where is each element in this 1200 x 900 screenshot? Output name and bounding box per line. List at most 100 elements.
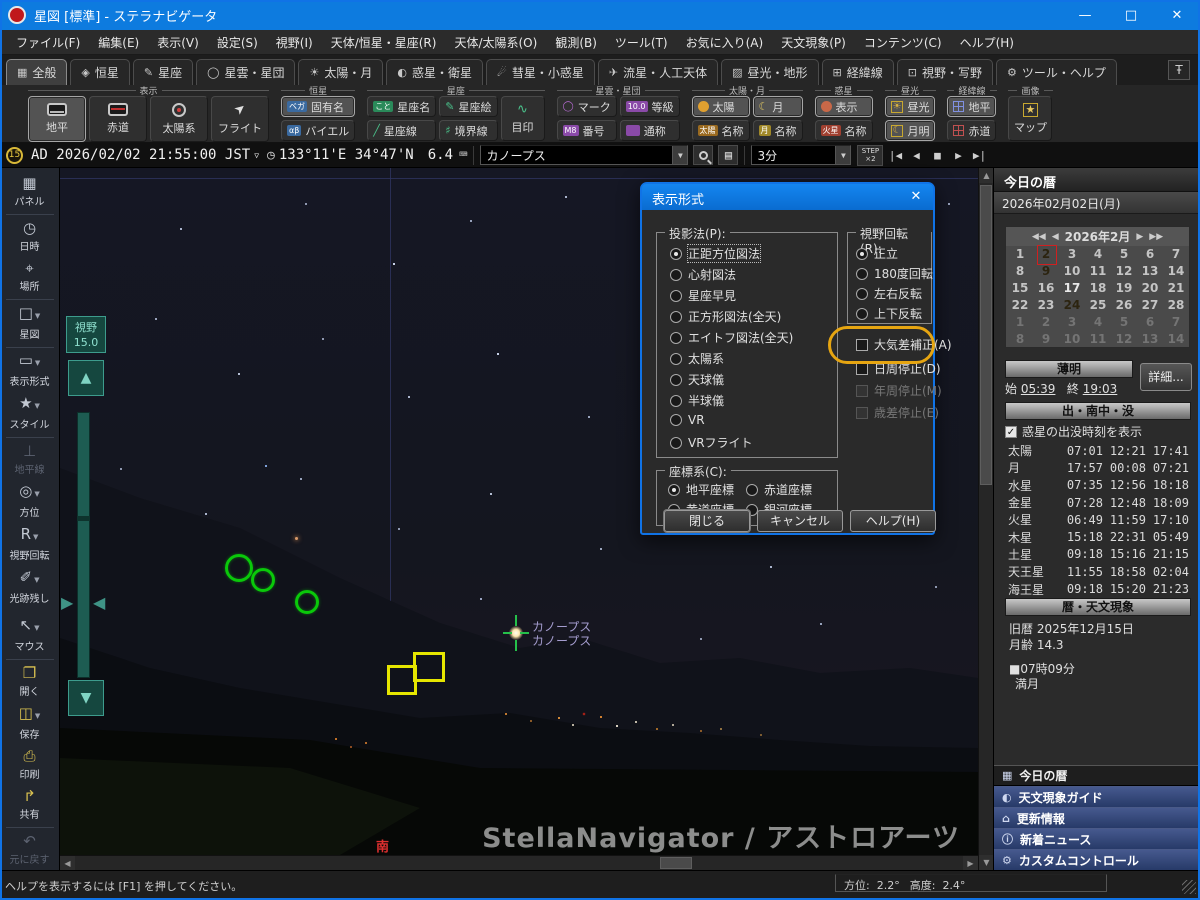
sidebar-item-mouse[interactable]: ↖▼マウス	[2, 614, 58, 657]
menu-tools[interactable]: ツール(T)	[607, 31, 676, 54]
checkbox-diurnal-stop[interactable]: 日周停止(D)	[856, 360, 941, 377]
pin-icon[interactable]: Ŧ	[1168, 60, 1190, 80]
time-step-combo[interactable]: 3分 ▼	[751, 145, 851, 165]
play-forward-button[interactable]: ▶	[949, 146, 967, 164]
tab-tools-help[interactable]: ⚙ツール・ヘルプ	[996, 59, 1117, 85]
radio-hemisphere[interactable]: 半球儀	[670, 392, 724, 409]
sidebar-item-location[interactable]: ⌖場所	[2, 257, 58, 297]
stop-button[interactable]: ■	[928, 146, 946, 164]
vscroll-thumb[interactable]	[980, 185, 992, 485]
skip-to-start-button[interactable]: |◀	[886, 146, 904, 164]
search-combo[interactable]: カノープス ▼	[480, 145, 688, 165]
scroll-left-icon[interactable]: ◀	[60, 856, 75, 871]
fov-slider-thumb[interactable]	[77, 516, 90, 521]
moon-button[interactable]: ☾月	[753, 96, 803, 117]
radio-vr[interactable]: VR	[670, 413, 705, 427]
moonlight-button[interactable]: ☾月明	[885, 120, 936, 141]
sidebar-item-save[interactable]: ◫▼保存	[2, 702, 58, 745]
search-input[interactable]: カノープス	[481, 147, 672, 164]
scroll-up-icon[interactable]: ▲	[979, 168, 994, 183]
time-step-value[interactable]: 3分	[752, 147, 835, 164]
menu-stars-constellations[interactable]: 天体/恒星・星座(R)	[323, 31, 445, 54]
panel-custom-control[interactable]: ⚙カスタムコントロール	[994, 849, 1200, 870]
radio-equatorial-coords[interactable]: 赤道座標	[746, 481, 812, 498]
zoom-out-button[interactable]: ▼	[68, 680, 104, 716]
radio-upright[interactable]: 正立	[856, 245, 898, 262]
sun-name-button[interactable]: 太陽名称	[692, 120, 750, 141]
equatorial-mode-button[interactable]: 赤道	[89, 96, 147, 142]
menu-edit[interactable]: 編集(E)	[90, 31, 147, 54]
radio-celestial-globe[interactable]: 天球儀	[670, 371, 724, 388]
catalog-number-button[interactable]: M8番号	[557, 120, 617, 141]
menu-contents[interactable]: コンテンツ(C)	[856, 31, 950, 54]
tab-constellations[interactable]: ✎星座	[133, 59, 193, 85]
calendar-today-full-moon[interactable]: 2	[1033, 246, 1059, 263]
panel-phenomena-guide[interactable]: ◐天文現象ガイド	[994, 786, 1200, 807]
time-step-dropdown-icon[interactable]: ▼	[835, 146, 850, 164]
checkbox-atmospheric-refraction[interactable]: 大気差補正(A)	[856, 336, 952, 353]
limit-magnitude-value[interactable]: 6.4	[428, 147, 453, 163]
tab-comets[interactable]: ☄彗星・小惑星	[486, 59, 595, 85]
radio-solar-system[interactable]: 太陽系	[670, 350, 724, 367]
tab-meteors-satellites[interactable]: ✈流星・人工天体	[598, 59, 718, 85]
magnitude-button[interactable]: 10.0等級	[620, 96, 680, 117]
tab-planets[interactable]: ◐惑星・衛星	[386, 59, 483, 85]
sidebar-item-fov-rotation[interactable]: R▼視野回転	[2, 523, 58, 566]
calendar-grid[interactable]: 1234567 891011121314 15161718192021 2223…	[1006, 246, 1189, 348]
datetime-value[interactable]: 2026/02/02 21:55:00	[56, 147, 216, 163]
sidebar-item-direction[interactable]: ◎▼方位	[2, 480, 58, 523]
sidebar-item-datetime[interactable]: ◷日時	[2, 217, 58, 257]
calendar-prev-month-icon[interactable]: ◀	[1052, 232, 1059, 242]
sidebar-item-open[interactable]: ❐開く	[2, 662, 58, 702]
close-button[interactable]: ✕	[1154, 0, 1200, 30]
latitude-value[interactable]: 34°47'N	[355, 147, 414, 163]
keyboard-icon[interactable]: ⌨	[459, 147, 467, 163]
constellation-art-button[interactable]: ✎星座絵	[439, 96, 497, 117]
menu-help[interactable]: ヘルプ(H)	[952, 31, 1022, 54]
dialog-close-icon[interactable]: ✕	[905, 187, 927, 207]
bayer-button[interactable]: αβバイエル	[281, 120, 355, 141]
radio-gnomonic[interactable]: 心射図法	[670, 266, 736, 283]
search-button[interactable]	[693, 145, 713, 165]
sidebar-item-display-format[interactable]: ▭▼表示形式	[2, 349, 58, 392]
proper-name-button[interactable]: ベガ固有名	[281, 96, 355, 117]
landmark-button[interactable]: ∿目印	[501, 96, 545, 141]
menu-phenomena[interactable]: 天文現象(P)	[773, 31, 854, 54]
radio-horizontal-coords[interactable]: 地平座標	[668, 481, 734, 498]
search-dropdown-icon[interactable]: ▼	[672, 146, 687, 164]
zoom-in-button[interactable]: ▲	[68, 360, 104, 396]
sidebar-item-panel[interactable]: ▦パネル	[2, 172, 58, 212]
panel-update-info[interactable]: ⌂更新情報	[994, 807, 1200, 828]
tab-sun-moon[interactable]: ☀太陽・月	[298, 59, 383, 85]
help-button[interactable]: ヘルプ(H)	[850, 510, 936, 532]
menu-file[interactable]: ファイル(F)	[8, 31, 88, 54]
radio-planisphere[interactable]: 星座早見	[670, 287, 736, 304]
tab-fov-frame[interactable]: ⊡視野・写野	[897, 59, 993, 85]
radio-flip-vertical[interactable]: 上下反転	[856, 305, 922, 322]
resize-grip[interactable]	[1182, 880, 1196, 894]
map-button[interactable]: ★マップ	[1008, 96, 1052, 141]
scroll-right-icon[interactable]: ▶	[963, 856, 978, 871]
sidebar-item-print[interactable]: ⎙印刷	[2, 745, 58, 785]
step-back-button[interactable]: ◀	[907, 146, 925, 164]
radio-azimuthal-equidistant[interactable]: 正距方位図法	[670, 245, 760, 262]
sidebar-item-starchart[interactable]: □▼星図	[2, 302, 58, 345]
scroll-down-icon[interactable]: ▼	[979, 855, 994, 870]
sidebar-item-style[interactable]: ★▼スタイル	[2, 392, 58, 435]
close-dialog-button[interactable]: 閉じる	[664, 510, 750, 532]
sidebar-item-share[interactable]: ↱共有	[2, 785, 58, 825]
menu-favorites[interactable]: お気に入り(A)	[678, 31, 772, 54]
radio-rotate-180[interactable]: 180度回転	[856, 265, 933, 282]
calendar-prev-year-icon[interactable]: ◀◀	[1032, 232, 1046, 242]
constellation-line-button[interactable]: ╱星座線	[367, 120, 436, 141]
calendar-next-month-icon[interactable]: ▶	[1136, 232, 1143, 242]
tab-daylight-terrain[interactable]: ▨昼光・地形	[721, 59, 818, 85]
constellation-name-button[interactable]: こと星座名	[367, 96, 436, 117]
sun-button[interactable]: 太陽	[692, 96, 750, 117]
timezone-dropdown-icon[interactable]: ▽	[254, 151, 259, 160]
hscroll-thumb[interactable]	[660, 857, 692, 869]
menu-fov[interactable]: 視野(I)	[268, 31, 321, 54]
daylight-button[interactable]: ☀昼光	[885, 96, 936, 117]
horizon-grid-button[interactable]: 地平	[947, 96, 996, 117]
horizon-mode-button[interactable]: 地平	[28, 96, 86, 142]
